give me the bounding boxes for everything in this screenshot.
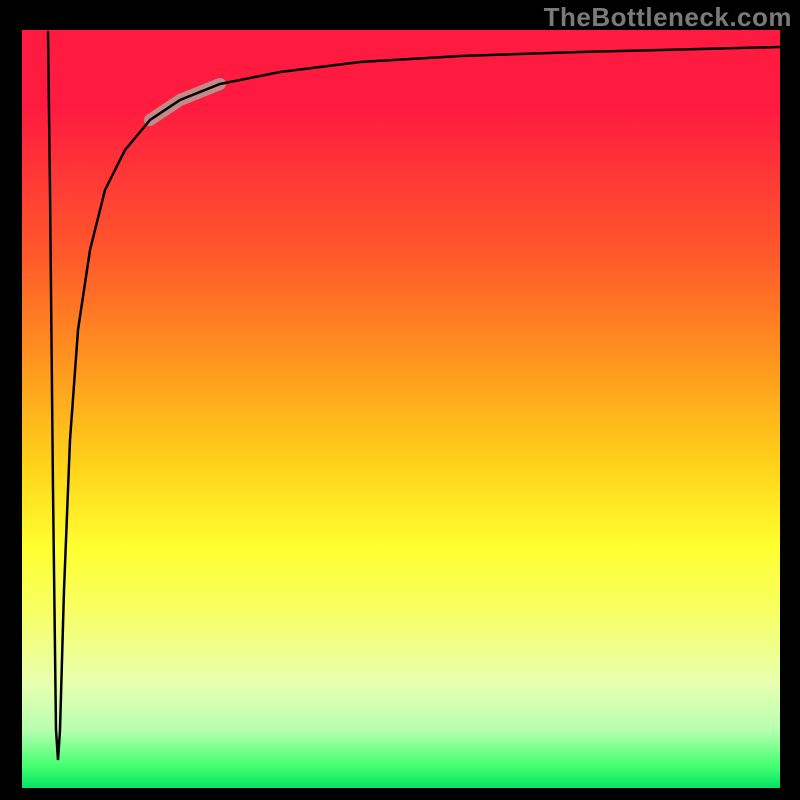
watermark-text: TheBottleneck.com — [544, 2, 792, 33]
curve-svg — [20, 30, 780, 790]
y-axis — [20, 30, 22, 790]
x-axis — [20, 788, 780, 790]
bottleneck-curve — [48, 32, 780, 760]
chart-container: TheBottleneck.com — [0, 0, 800, 800]
